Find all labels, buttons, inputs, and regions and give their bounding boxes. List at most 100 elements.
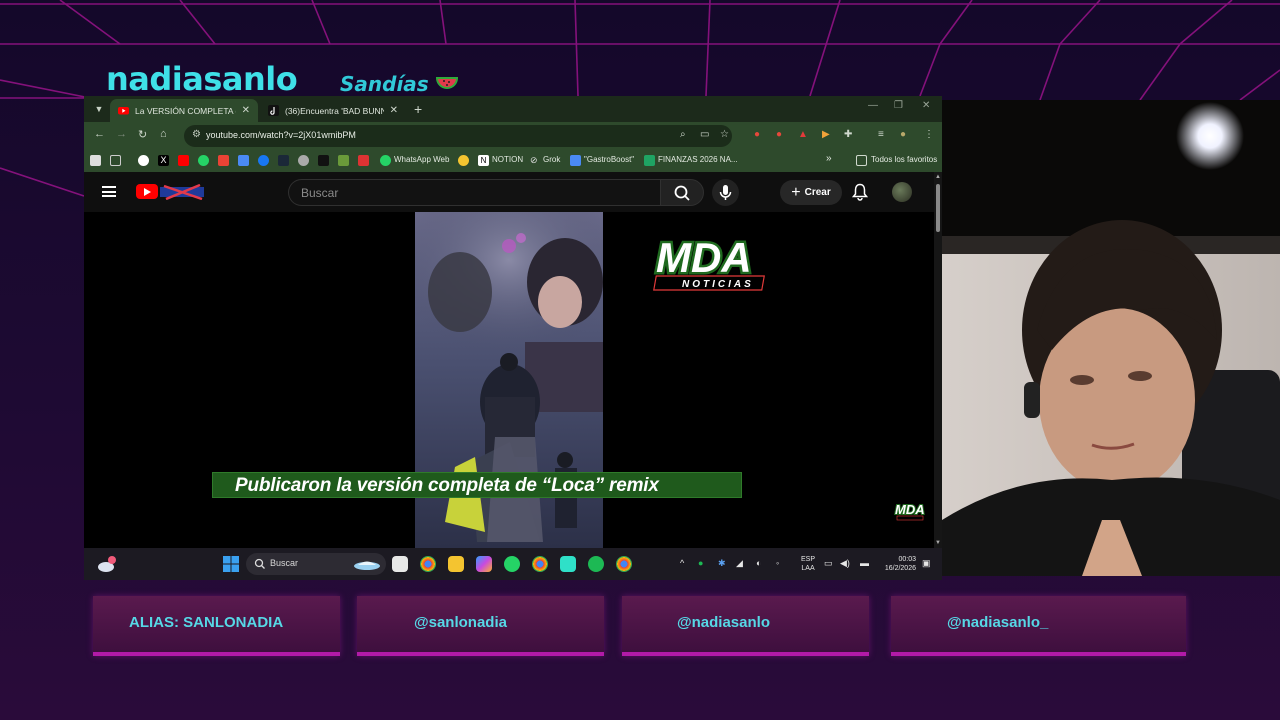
profile-avatar-icon[interactable]: ●: [900, 129, 906, 140]
video-player[interactable]: MDA NOTICIAS Publicaron la versión compl…: [84, 212, 934, 548]
bookmark-grok[interactable]: Grok: [543, 155, 560, 164]
window-close-icon[interactable]: ✕: [922, 100, 930, 111]
bookmark-notion[interactable]: NOTION: [492, 155, 523, 164]
tray-spotify-icon[interactable]: ●: [698, 558, 703, 568]
battery-icon[interactable]: ▬: [860, 558, 869, 568]
windows-start-icon[interactable]: [222, 555, 240, 573]
more-bookmarks-chevron-icon[interactable]: »: [826, 153, 832, 164]
tab-title: (36)Encuentra 'BAD BUNNY EN: [285, 105, 384, 116]
language-indicator[interactable]: ESP LAA: [801, 555, 815, 573]
cast-icon[interactable]: ▭: [700, 129, 709, 140]
pdf-extension-icon[interactable]: ▲: [798, 129, 808, 140]
hamburger-menu-icon[interactable]: [102, 186, 116, 197]
page-scrollbar[interactable]: ▲ ▼: [934, 172, 942, 552]
scroll-thumb[interactable]: [936, 184, 940, 232]
extension-red-icon[interactable]: ●: [776, 129, 782, 140]
obs-icon[interactable]: [560, 556, 576, 572]
mda-logo-subtext: NOTICIAS: [682, 279, 754, 290]
weather-widget-icon[interactable]: [96, 554, 118, 574]
keyboard-layout: LAA: [801, 565, 815, 572]
all-bookmarks[interactable]: Todos los favoritos: [871, 155, 937, 164]
close-tab-icon[interactable]: ✕: [242, 105, 250, 116]
reload-icon[interactable]: ↻: [138, 128, 147, 141]
plus-icon: +: [791, 183, 801, 201]
tray-overflow-chevron-icon[interactable]: ^: [680, 558, 684, 568]
youtube-doodle-logo[interactable]: [160, 184, 206, 200]
notion-icon: N: [478, 155, 489, 166]
back-arrow-icon[interactable]: ←: [94, 128, 105, 140]
address-url: youtube.com/watch?v=2jX01wmibPM: [206, 130, 356, 140]
tab-tiktok[interactable]: (36)Encuentra 'BAD BUNNY EN ✕: [260, 99, 406, 122]
threads-icon[interactable]: [298, 155, 309, 166]
tab-search-chevron-icon[interactable]: ▼: [92, 102, 106, 116]
tray-mic-icon[interactable]: ◦: [776, 558, 779, 568]
file-explorer-icon[interactable]: [448, 556, 464, 572]
scroll-down-arrow-icon[interactable]: ▼: [935, 540, 941, 546]
new-tab-plus-icon[interactable]: +: [414, 101, 422, 117]
extension-bookmark-icon[interactable]: [338, 155, 349, 166]
overlay-subtitle: Sandías: [340, 72, 429, 96]
chrome-profile-icon[interactable]: [532, 556, 548, 572]
bookmark-yellow-icon[interactable]: [458, 155, 469, 166]
clock[interactable]: 00:03 16/2/2026: [880, 555, 916, 573]
facebook-icon[interactable]: [258, 155, 269, 166]
youtube-logo[interactable]: [136, 184, 158, 199]
bookmark-star-icon[interactable]: ☆: [720, 129, 729, 140]
notifications-bell-icon[interactable]: [852, 183, 868, 201]
video-headline: Publicaron la versión completa de “Loca”…: [235, 475, 659, 496]
todoist-icon[interactable]: [358, 155, 369, 166]
restore-icon[interactable]: ❐: [894, 100, 903, 111]
tray-app-icon[interactable]: ◢: [736, 558, 743, 569]
mda-noticias-logo: MDA NOTICIAS: [652, 232, 776, 299]
gmail-icon[interactable]: [218, 155, 229, 166]
play-extension-icon[interactable]: ▶: [822, 129, 830, 140]
address-bar[interactable]: ⚙ youtube.com/watch?v=2jX01wmibPM ⌕ ▭ ☆: [184, 125, 732, 147]
steam-icon[interactable]: [278, 155, 289, 166]
bluetooth-icon[interactable]: ✱: [718, 558, 726, 569]
tray-cloud-icon[interactable]: ◐: [756, 558, 761, 568]
scroll-up-arrow-icon[interactable]: ▲: [935, 174, 941, 180]
calendar-icon[interactable]: [238, 155, 249, 166]
mda-watermark-text: MDA: [895, 502, 925, 517]
whatsapp-taskbar-icon[interactable]: [504, 556, 520, 572]
site-info-icon[interactable]: ⚙: [192, 129, 201, 140]
home-icon[interactable]: ⌂: [160, 128, 167, 140]
bookmark-whatsapp[interactable]: WhatsApp Web: [394, 155, 449, 164]
search-button[interactable]: [660, 179, 704, 206]
google-icon[interactable]: [138, 155, 149, 166]
account-avatar[interactable]: [892, 182, 912, 202]
apps-grid-icon[interactable]: [110, 155, 121, 166]
youtube-bookmark-icon[interactable]: [178, 155, 189, 166]
kebab-menu-icon[interactable]: ⋮: [924, 129, 934, 140]
task-view-icon[interactable]: [392, 556, 408, 572]
zoom-icon[interactable]: ⌕: [680, 129, 686, 140]
copilot-icon[interactable]: [476, 556, 492, 572]
forward-arrow-icon[interactable]: →: [116, 128, 127, 140]
tab-youtube[interactable]: La VERSIÓN COMPLETA de "LO ✕: [110, 99, 258, 122]
bookmark-gastroboost[interactable]: "GastroBoost": [584, 155, 634, 164]
chrome-icon[interactable]: [420, 556, 436, 572]
whatsapp-bookmark-icon[interactable]: [198, 155, 209, 166]
extensions-puzzle-icon[interactable]: ✚: [844, 129, 852, 140]
whatsapp-icon: [380, 155, 391, 166]
tab-title: La VERSIÓN COMPLETA de "LO: [135, 105, 236, 116]
spotify-icon[interactable]: [588, 556, 604, 572]
media-controls-icon[interactable]: ≡: [878, 129, 884, 140]
minimize-icon[interactable]: —: [868, 100, 878, 111]
channel-name: nadiasanlo: [106, 60, 298, 98]
volume-icon[interactable]: ◀): [840, 558, 850, 569]
create-button[interactable]: + Crear: [780, 180, 842, 205]
close-tab-icon[interactable]: ✕: [390, 105, 398, 116]
taskbar-search[interactable]: Buscar: [246, 553, 386, 575]
tiktok-bookmark-icon[interactable]: [318, 155, 329, 166]
notification-center-icon[interactable]: ▣: [922, 558, 931, 569]
bookmark-page-icon[interactable]: [90, 155, 101, 166]
network-icon[interactable]: ▭: [824, 558, 833, 569]
chrome-alt-icon[interactable]: [616, 556, 632, 572]
bookmark-finanzas[interactable]: FINANZAS 2026 NA...: [658, 155, 738, 164]
voice-search-button[interactable]: [712, 179, 739, 206]
x-twitter-icon[interactable]: X: [158, 155, 169, 166]
adblock-extension-icon[interactable]: ●: [754, 129, 760, 140]
search-input[interactable]: [301, 186, 641, 200]
docs-icon: [570, 155, 581, 166]
